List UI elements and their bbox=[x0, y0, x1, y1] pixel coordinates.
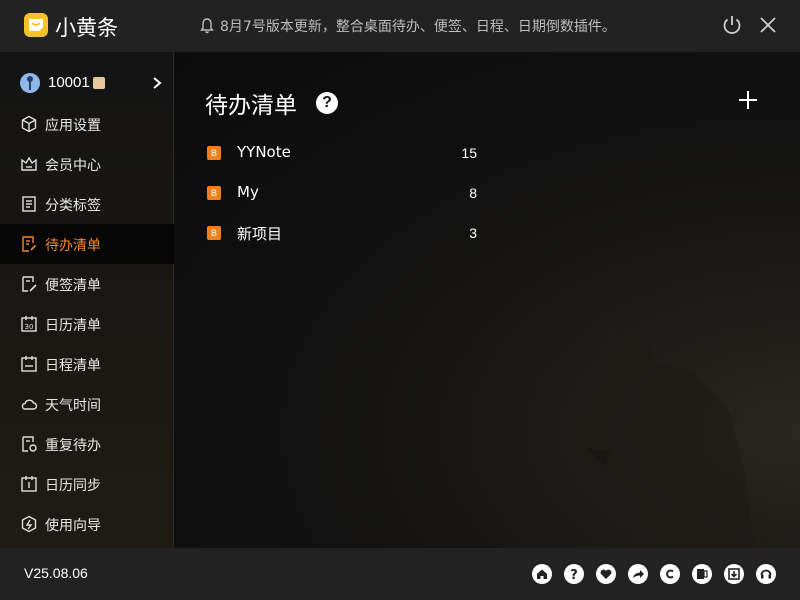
sidebar-item-label: 日历同步 bbox=[45, 478, 101, 494]
note-edit-icon bbox=[22, 276, 37, 292]
footer-bar: V25.08.06 ? bbox=[0, 548, 800, 600]
guide-icon bbox=[21, 515, 37, 533]
main-panel: 待办清单 ? B YYNote 15 B My 8 B 新项目 3 bbox=[175, 52, 800, 548]
avatar bbox=[20, 73, 40, 93]
heart-icon[interactable] bbox=[596, 564, 616, 584]
repeat-icon bbox=[22, 436, 37, 452]
sidebar-item-category-tags[interactable]: 分类标签 bbox=[0, 184, 174, 224]
title-bar: 小黄条 8月7号版本更新，整合桌面待办、便签、日程、日期倒数插件。 bbox=[0, 0, 800, 52]
list-tag-icon: B bbox=[207, 226, 221, 240]
home-icon[interactable] bbox=[532, 564, 552, 584]
settings-cube-icon bbox=[21, 115, 37, 133]
sidebar-item-todo-list[interactable]: 待办清单 bbox=[0, 224, 174, 264]
list-item[interactable]: B YYNote 15 bbox=[207, 141, 477, 165]
schedule-icon bbox=[21, 356, 37, 372]
chevron-right-icon[interactable] bbox=[152, 76, 162, 90]
list-count: 8 bbox=[469, 185, 477, 201]
svg-text:?: ? bbox=[570, 568, 578, 583]
tag-list-icon bbox=[22, 196, 36, 212]
calendar-30-icon: 30 bbox=[21, 316, 37, 332]
sidebar-item-note-list[interactable]: 便签清单 bbox=[0, 264, 174, 304]
sidebar-item-label: 日程清单 bbox=[45, 358, 101, 374]
list-item[interactable]: B 新项目 3 bbox=[207, 221, 477, 245]
sidebar: 10001 应用设置 会员中心 分类标签 待办清单 便签清单 30 日历清单 日… bbox=[0, 52, 174, 548]
export-icon[interactable] bbox=[692, 564, 712, 584]
sidebar-item-label: 日历清单 bbox=[45, 318, 101, 334]
sidebar-item-calendar-sync[interactable]: 日历同步 bbox=[0, 464, 174, 504]
app-logo-icon bbox=[24, 13, 48, 37]
list-count: 3 bbox=[469, 225, 477, 241]
sidebar-item-app-settings[interactable]: 应用设置 bbox=[0, 104, 174, 144]
sidebar-item-label: 会员中心 bbox=[45, 158, 101, 174]
sidebar-item-calendar-list[interactable]: 30 日历清单 bbox=[0, 304, 174, 344]
sidebar-item-label: 使用向导 bbox=[45, 518, 101, 534]
list-name: 新项目 bbox=[237, 225, 283, 243]
sidebar-item-label: 重复待办 bbox=[45, 438, 101, 454]
background-deer-image bbox=[560, 307, 755, 548]
svg-text:30: 30 bbox=[25, 323, 34, 331]
sidebar-item-user-guide[interactable]: 使用向导 bbox=[0, 504, 174, 544]
calendar-sync-icon bbox=[21, 476, 37, 492]
bell-icon bbox=[200, 18, 214, 34]
weather-cloud-icon bbox=[21, 399, 38, 410]
todo-icon bbox=[22, 236, 37, 252]
close-icon[interactable] bbox=[758, 15, 778, 35]
list-count: 15 bbox=[461, 145, 477, 161]
add-icon[interactable] bbox=[736, 88, 760, 112]
sidebar-item-label: 待办清单 bbox=[45, 238, 101, 254]
page-title: 待办清单 bbox=[205, 93, 297, 119]
list-tag-icon: B bbox=[207, 146, 221, 160]
list-item[interactable]: B My 8 bbox=[207, 181, 477, 205]
user-account[interactable]: 10001 bbox=[0, 67, 174, 99]
list-tag-icon: B bbox=[207, 186, 221, 200]
list-name: YYNote bbox=[237, 143, 291, 161]
sidebar-item-member-center[interactable]: 会员中心 bbox=[0, 144, 174, 184]
sidebar-item-label: 便签清单 bbox=[45, 278, 101, 294]
sidebar-item-weather-time[interactable]: 天气时间 bbox=[0, 384, 174, 424]
download-icon[interactable] bbox=[724, 564, 744, 584]
version-label: V25.08.06 bbox=[24, 565, 88, 581]
update-notice[interactable]: 8月7号版本更新，整合桌面待办、便签、日程、日期倒数插件。 bbox=[200, 16, 616, 36]
share-icon[interactable] bbox=[628, 564, 648, 584]
member-crown-icon bbox=[21, 156, 37, 171]
user-id: 10001 bbox=[48, 74, 90, 91]
power-icon[interactable] bbox=[721, 14, 743, 36]
question-icon[interactable]: ? bbox=[564, 564, 584, 584]
update-notice-text: 8月7号版本更新，整合桌面待办、便签、日程、日期倒数插件。 bbox=[220, 19, 616, 35]
support-icon[interactable] bbox=[756, 564, 776, 584]
sidebar-item-repeat-todo[interactable]: 重复待办 bbox=[0, 424, 174, 464]
app-title: 小黄条 bbox=[55, 16, 118, 40]
sidebar-item-label: 应用设置 bbox=[45, 118, 101, 134]
list-name: My bbox=[237, 183, 259, 201]
copyright-icon[interactable] bbox=[660, 564, 680, 584]
help-icon[interactable]: ? bbox=[316, 92, 338, 114]
sidebar-item-schedule-list[interactable]: 日程清单 bbox=[0, 344, 174, 384]
vip-badge-icon bbox=[93, 77, 105, 89]
sidebar-item-label: 分类标签 bbox=[45, 198, 101, 214]
sidebar-item-label: 天气时间 bbox=[45, 398, 101, 414]
